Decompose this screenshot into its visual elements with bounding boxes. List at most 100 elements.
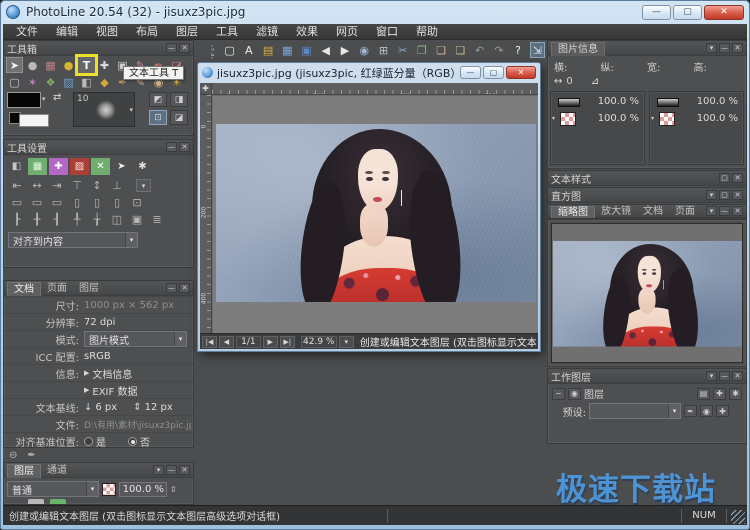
panel-close-button[interactable]: ✕ bbox=[179, 465, 190, 475]
blend-mode-dropdown[interactable]: 普通 ▾ bbox=[7, 481, 99, 497]
preset-add-icon[interactable]: ✚ bbox=[716, 405, 729, 417]
color-selector[interactable]: ▾ ⇄ bbox=[7, 92, 69, 128]
space-columns-icon[interactable]: ◫ bbox=[110, 213, 124, 226]
brush-dropdown-icon[interactable]: ▾ bbox=[129, 106, 133, 114]
image-minimize-button[interactable]: — bbox=[460, 66, 481, 79]
panel-menu-icon[interactable]: ▾ bbox=[153, 465, 164, 475]
channel-mask-icon[interactable]: ◪ bbox=[170, 110, 188, 125]
ruler-origin-icon[interactable]: ✚ bbox=[200, 83, 212, 95]
undo-icon[interactable]: ↶ bbox=[472, 42, 487, 58]
minimize-button[interactable]: — bbox=[642, 5, 671, 20]
move-tool-icon[interactable]: ➤ bbox=[6, 57, 23, 73]
menu-web[interactable]: 网页 bbox=[327, 24, 367, 39]
menu-window[interactable]: 窗口 bbox=[367, 24, 407, 39]
panel-close-button[interactable]: ✕ bbox=[179, 43, 190, 53]
toolbar-grip[interactable] bbox=[211, 45, 214, 59]
mode-dropdown[interactable]: 图片模式 ▾ bbox=[84, 331, 187, 347]
title-bar[interactable]: PhotoLine 20.54 (32) - jisuxz3pic.jpg — … bbox=[0, 0, 750, 24]
align-center-h-icon[interactable]: ↔ bbox=[30, 179, 44, 192]
crosshair-tool-icon[interactable]: ✚ bbox=[96, 57, 113, 73]
tab-layer[interactable]: 图层 bbox=[73, 282, 105, 296]
tab-magnifier[interactable]: 放大镜 bbox=[595, 206, 637, 218]
print-icon[interactable]: ⊞ bbox=[376, 42, 391, 58]
panel-maximize-button[interactable]: ▢ bbox=[719, 190, 730, 200]
layer-transparency-swatch[interactable] bbox=[102, 483, 116, 496]
layer-opacity-value[interactable]: 100.0 % bbox=[119, 482, 167, 497]
panel-menu-icon[interactable]: ▾ bbox=[706, 190, 717, 200]
menu-file[interactable]: 文件 bbox=[7, 24, 47, 39]
space-left-icon[interactable]: ┠ bbox=[10, 213, 24, 226]
paste-special-icon[interactable]: ❏ bbox=[453, 42, 468, 58]
canvas[interactable] bbox=[213, 96, 538, 333]
cut-icon[interactable]: ✂ bbox=[395, 42, 410, 58]
tab-doc[interactable]: 文档 bbox=[637, 206, 669, 218]
browse-icon[interactable]: ▦ bbox=[280, 42, 295, 58]
collapse-layer-icon[interactable]: − bbox=[552, 388, 565, 400]
panel-minimize-button[interactable]: — bbox=[719, 206, 730, 216]
panel-minimize-button[interactable]: — bbox=[166, 283, 177, 293]
subtract-mode-icon[interactable]: ▨ bbox=[70, 158, 89, 175]
tab-page[interactable]: 页面 bbox=[41, 282, 73, 296]
image-window-titlebar[interactable]: jisuxz3pic.jpg (jisuxz3pic, 红绿蓝分量（RGB）图像… bbox=[198, 63, 540, 82]
tab-channels[interactable]: 通道 bbox=[41, 464, 73, 478]
exif-link[interactable]: EXIF 数据 bbox=[92, 383, 137, 398]
mask-mode-icon[interactable]: ◩ bbox=[149, 92, 167, 107]
distribute-right-icon[interactable]: ▭ bbox=[50, 196, 64, 209]
panel-minimize-button[interactable]: — bbox=[719, 371, 730, 381]
channel-info-box[interactable]: 100.0 % ▾ 100.0 % bbox=[550, 91, 645, 165]
layer-settings-gear-icon[interactable]: ✱ bbox=[729, 388, 742, 400]
menu-layer[interactable]: 图层 bbox=[167, 24, 207, 39]
panel-close-button[interactable]: ✕ bbox=[732, 371, 743, 381]
tab-document[interactable]: 文档 bbox=[7, 282, 41, 296]
align-no-radio[interactable] bbox=[128, 437, 137, 446]
layer-visibility-icon[interactable]: ◉ bbox=[568, 388, 581, 400]
marquee-tool-icon[interactable]: ▢ bbox=[6, 74, 23, 90]
expand-icon[interactable]: ▶ bbox=[84, 386, 89, 394]
menu-tools[interactable]: 工具 bbox=[207, 24, 247, 39]
distribute-bottom-icon[interactable]: ▯ bbox=[110, 196, 124, 209]
arrow-mode-icon[interactable]: ➤ bbox=[112, 158, 131, 175]
snap-icon[interactable]: ⊖ bbox=[9, 450, 17, 461]
mask-select-tool-icon[interactable]: ▦ bbox=[42, 57, 59, 73]
first-page-button[interactable]: |◀ bbox=[202, 336, 217, 348]
channel-dropdown-icon[interactable]: ▾ bbox=[552, 115, 555, 122]
tab-thumbnail[interactable]: 缩略图 bbox=[551, 206, 595, 218]
space-top-icon[interactable]: ╀ bbox=[70, 213, 84, 226]
lasso-tool-icon[interactable]: ● bbox=[24, 57, 41, 73]
selection-edit-icon[interactable]: ⊡ bbox=[149, 110, 167, 125]
preset-target-icon[interactable]: ◉ bbox=[700, 405, 713, 417]
channel-dropdown-icon[interactable]: ▾ bbox=[651, 115, 654, 122]
distribute-center-h-icon[interactable]: ▭ bbox=[30, 196, 44, 209]
preview-icon[interactable]: ◉ bbox=[357, 42, 372, 58]
knife-tool-icon[interactable]: ❖ bbox=[42, 74, 59, 90]
panel-menu-icon[interactable]: ▾ bbox=[706, 206, 717, 216]
active-tool-toggle-icon[interactable]: ⇲ bbox=[530, 42, 545, 58]
menu-layout[interactable]: 布局 bbox=[127, 24, 167, 39]
thumbnail-frame[interactable] bbox=[551, 223, 743, 363]
grid-mode-icon[interactable]: ▦ bbox=[28, 158, 47, 175]
settings-gear-icon[interactable]: ✱ bbox=[133, 158, 152, 175]
layer-page-icon[interactable]: ▤ bbox=[697, 388, 710, 400]
expand-icon[interactable]: ▶ bbox=[84, 369, 89, 377]
align-options-dropdown[interactable]: ▾ bbox=[136, 179, 151, 192]
copy-icon[interactable]: ❐ bbox=[414, 42, 429, 58]
back-icon[interactable]: ◀ bbox=[318, 42, 333, 58]
space-right-icon[interactable]: ┨ bbox=[50, 213, 64, 226]
distribute-box-icon[interactable]: ⊡ bbox=[130, 196, 144, 209]
panel-minimize-button[interactable]: — bbox=[719, 43, 730, 53]
space-center-icon[interactable]: ╂ bbox=[30, 213, 44, 226]
brush-preview[interactable]: 10 ▾ bbox=[73, 92, 135, 127]
new-document-icon[interactable]: ▢ bbox=[222, 42, 237, 58]
text-tool-icon[interactable]: T bbox=[78, 57, 95, 73]
align-target-dropdown[interactable]: 对齐到内容 ▾ bbox=[8, 232, 138, 248]
layer-chip-active[interactable] bbox=[50, 499, 66, 504]
preset-dropdown[interactable]: ▾ bbox=[589, 403, 681, 419]
panel-maximize-button[interactable]: ▢ bbox=[719, 173, 730, 183]
close-button[interactable]: ✕ bbox=[704, 5, 744, 20]
photo[interactable] bbox=[216, 124, 536, 302]
new-text-document-icon[interactable]: A bbox=[241, 42, 256, 58]
menu-filter[interactable]: 滤镜 bbox=[247, 24, 287, 39]
prev-page-button[interactable]: ◀ bbox=[219, 336, 234, 348]
align-left-icon[interactable]: ⇤ bbox=[10, 179, 24, 192]
panel-close-button[interactable]: ✕ bbox=[179, 142, 190, 152]
